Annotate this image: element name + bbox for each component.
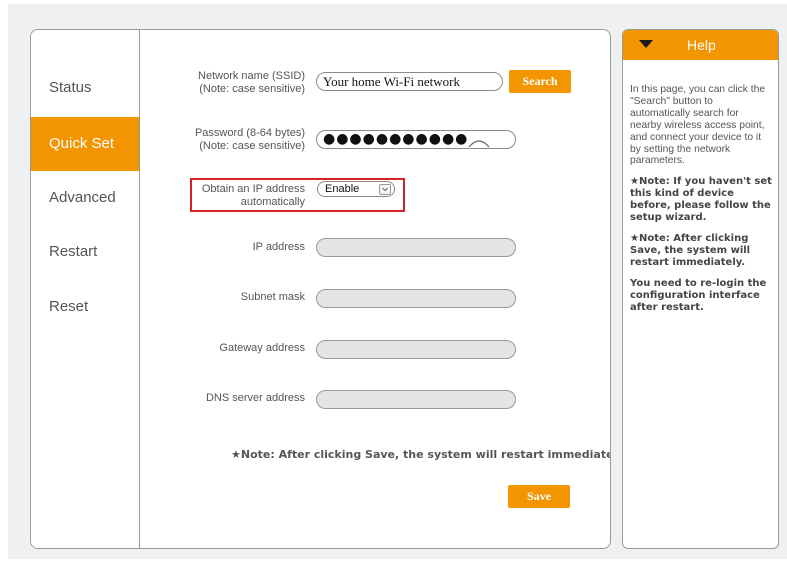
eye-icon[interactable]: [467, 135, 491, 149]
save-button[interactable]: Save: [508, 485, 570, 508]
password-mask: ●●●●●●●●●●●: [323, 131, 469, 147]
help-note-relogin: You need to re-login the configuration i…: [630, 277, 767, 313]
search-button[interactable]: Search: [509, 70, 571, 93]
dns-server-label: DNS server address: [205, 392, 305, 404]
help-body: In this page, you can click the "Search"…: [630, 84, 772, 322]
gateway-address-input[interactable]: [316, 340, 516, 359]
gateway-address-label: Gateway address: [219, 342, 305, 354]
subnet-mask-label: Subnet mask: [240, 291, 305, 303]
ip-address-label: IP address: [252, 241, 305, 253]
subnet-mask-input[interactable]: [316, 289, 516, 308]
triangle-down-icon[interactable]: [639, 40, 653, 48]
obtain-ip-select-value: Enable: [325, 183, 360, 195]
password-label: Password (8-64 bytes) (Note: case sensit…: [194, 127, 305, 152]
password-input[interactable]: ●●●●●●●●●●●: [316, 130, 516, 149]
help-paragraph: In this page, you can click the "Search"…: [630, 84, 766, 167]
help-title: Help: [687, 37, 716, 53]
obtain-ip-label: Obtain an IP address automatically: [201, 183, 305, 208]
main-panel: Status Quick Set Advanced Restart Reset …: [30, 29, 611, 549]
dns-server-input[interactable]: [316, 390, 516, 409]
chevron-down-icon: [379, 184, 391, 195]
ip-address-input[interactable]: [316, 238, 516, 257]
restart-note: ★Note: After clicking Save, the system w…: [231, 448, 611, 461]
obtain-ip-select[interactable]: Enable: [317, 181, 395, 197]
ssid-label: Network name (SSID) (Note: case sensitiv…: [198, 70, 305, 95]
help-panel: Help In this page, you can click the "Se…: [622, 29, 779, 549]
help-note-setup: ★Note: If you haven't set this kind of d…: [630, 176, 772, 224]
quick-set-form: Network name (SSID) (Note: case sensitiv…: [31, 30, 610, 548]
help-header: Help: [623, 30, 778, 60]
help-note-restart: ★Note: After clicking Save, the system w…: [630, 232, 751, 268]
ssid-input[interactable]: Your home Wi-Fi network: [316, 72, 503, 91]
